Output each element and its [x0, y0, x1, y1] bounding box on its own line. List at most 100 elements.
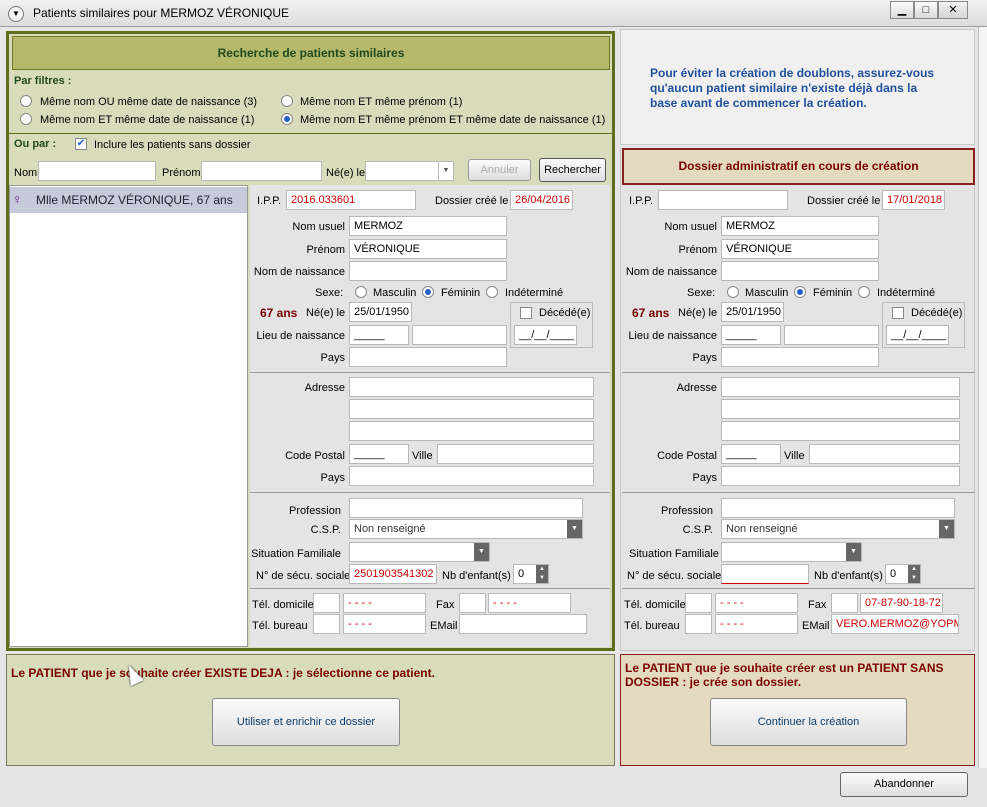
include-checkbox[interactable]: ✔ [75, 138, 87, 150]
nom-naissance-field[interactable] [349, 261, 507, 281]
tel-dom-field[interactable]: - - - - [343, 593, 426, 613]
enfants-stepper[interactable]: 0 ▲ ▼ [513, 564, 549, 584]
prenom-field-right[interactable]: VÉRONIQUE [721, 239, 879, 259]
filter-radio-4[interactable] [281, 113, 293, 125]
lieu-cp-field-right[interactable]: _____ [721, 325, 781, 345]
abandonner-button[interactable]: Abandonner [840, 772, 968, 797]
prenom-label-right: Prénom [678, 244, 717, 256]
email-field[interactable] [459, 614, 587, 634]
ipp-field-right[interactable] [658, 190, 788, 210]
tel-bur-prefix-right[interactable] [685, 614, 712, 634]
fax-prefix[interactable] [459, 593, 486, 613]
profession-field[interactable] [349, 498, 583, 518]
indetermine-radio[interactable] [486, 286, 498, 298]
ville-field-right[interactable] [809, 444, 960, 464]
cp-field[interactable]: _____ [349, 444, 409, 464]
rechercher-button[interactable]: Rechercher [539, 158, 606, 182]
decede-date-field-right[interactable]: __/__/____ [886, 325, 949, 345]
close-icon[interactable]: ✕ [938, 1, 968, 19]
adresse-label-right: Adresse [676, 382, 717, 394]
search-prenom-label: Prénom [162, 167, 201, 179]
search-prenom-input[interactable] [201, 161, 322, 181]
lieu-label-right: Lieu de naissance [628, 330, 717, 342]
spinner-icon: ▲ ▼ [908, 565, 920, 583]
nom-naissance-field-right[interactable] [721, 261, 879, 281]
filter-radio-2[interactable] [281, 95, 293, 107]
pays-field-right[interactable] [721, 347, 879, 367]
lieu-ville-field[interactable] [412, 325, 507, 345]
cp-field-right[interactable]: _____ [721, 444, 781, 464]
indetermine-radio-right[interactable] [858, 286, 870, 298]
system-menu-icon[interactable]: ▼ [8, 6, 24, 22]
tel-dom-label-right: Tél. domicile [624, 599, 686, 611]
utiliser-button[interactable]: Utiliser et enrichir ce dossier [212, 698, 400, 746]
lieu-ville-field-right[interactable] [784, 325, 879, 345]
dossier-date-field[interactable]: 26/04/2016 [510, 190, 573, 210]
decede-checkbox-right[interactable] [892, 307, 904, 319]
fax-field-right[interactable]: 07-87-90-18-72 [860, 593, 943, 613]
filter-radio-3[interactable] [20, 113, 32, 125]
masculin-radio[interactable] [355, 286, 367, 298]
search-date-select[interactable]: ▼ [365, 161, 454, 181]
ipp-label: I.P.P. [257, 195, 282, 207]
csp-select[interactable]: Non renseigné ▼ [349, 519, 583, 539]
csp-select-right[interactable]: Non renseigné ▼ [721, 519, 955, 539]
pays-field[interactable] [349, 347, 507, 367]
email-field-right[interactable]: VERO.MERMOZ@YOPMA [831, 614, 959, 634]
pays2-field[interactable] [349, 466, 594, 486]
spinner-icon: ▲ ▼ [536, 565, 548, 583]
ville-label-right: Ville [784, 450, 805, 462]
fax-prefix-right[interactable] [831, 593, 858, 613]
enfants-stepper-right[interactable]: 0 ▲ ▼ [885, 564, 921, 584]
feminin-radio-right[interactable] [794, 286, 806, 298]
fax-field[interactable]: - - - - [488, 593, 571, 613]
profession-field-right[interactable] [721, 498, 955, 518]
pays2-field-right[interactable] [721, 466, 960, 486]
tel-bur-field-right[interactable]: - - - - [715, 614, 798, 634]
continuer-button[interactable]: Continuer la création [710, 698, 907, 746]
minimize-icon[interactable]: ▁ [890, 1, 914, 19]
ne-field-right[interactable]: 25/01/1950 [721, 302, 784, 322]
nom-usuel-field[interactable]: MERMOZ [349, 216, 507, 236]
adresse-field-3[interactable] [349, 421, 594, 441]
filter-label-3: Même nom ET même date de naissance (1) [40, 114, 255, 126]
ipp-field[interactable]: 2016.033601 [286, 190, 416, 210]
results-list[interactable] [9, 185, 248, 647]
secu-field[interactable]: 2501903541302 [349, 564, 437, 584]
tel-dom-prefix-right[interactable] [685, 593, 712, 613]
secu-field-right[interactable] [721, 564, 809, 584]
list-item[interactable]: ♀ Mlle MERMOZ VÉRONIQUE, 67 ans [10, 187, 247, 213]
lieu-cp-field[interactable]: _____ [349, 325, 409, 345]
new-patient-text: Le PATIENT que je souhaite créer est un … [625, 661, 944, 689]
masculin-radio-right[interactable] [727, 286, 739, 298]
situation-select[interactable]: ▼ [349, 542, 490, 562]
search-header: Recherche de patients similaires [12, 36, 610, 70]
ville-field[interactable] [437, 444, 594, 464]
adresse-field-3-right[interactable] [721, 421, 960, 441]
tel-bur-prefix[interactable] [313, 614, 340, 634]
tel-bur-label: Tél. bureau [252, 620, 308, 632]
tel-dom-field-right[interactable]: - - - - [715, 593, 798, 613]
situation-select-right[interactable]: ▼ [721, 542, 862, 562]
search-nom-input[interactable] [38, 161, 156, 181]
adresse-field-2-right[interactable] [721, 399, 960, 419]
decede-checkbox[interactable] [520, 307, 532, 319]
maximize-icon[interactable]: □ [914, 1, 938, 19]
csp-label-right: C.S.P. [682, 524, 713, 536]
adresse-field-1[interactable] [349, 377, 594, 397]
decede-date-field[interactable]: __/__/____ [514, 325, 577, 345]
feminin-radio[interactable] [422, 286, 434, 298]
nom-usuel-field-right[interactable]: MERMOZ [721, 216, 879, 236]
filter-radio-1[interactable] [20, 95, 32, 107]
adresse-field-2[interactable] [349, 399, 594, 419]
fax-label-right: Fax [808, 599, 827, 611]
tel-bur-field[interactable]: - - - - [343, 614, 426, 634]
tel-dom-prefix[interactable] [313, 593, 340, 613]
pays-label-right: Pays [692, 352, 717, 364]
annuler-button[interactable]: Annuler [468, 159, 531, 181]
ne-field[interactable]: 25/01/1950 [349, 302, 412, 322]
nom-usuel-label: Nom usuel [292, 221, 345, 233]
dossier-date-field-right[interactable]: 17/01/2018 [882, 190, 945, 210]
adresse-field-1-right[interactable] [721, 377, 960, 397]
prenom-field[interactable]: VÉRONIQUE [349, 239, 507, 259]
